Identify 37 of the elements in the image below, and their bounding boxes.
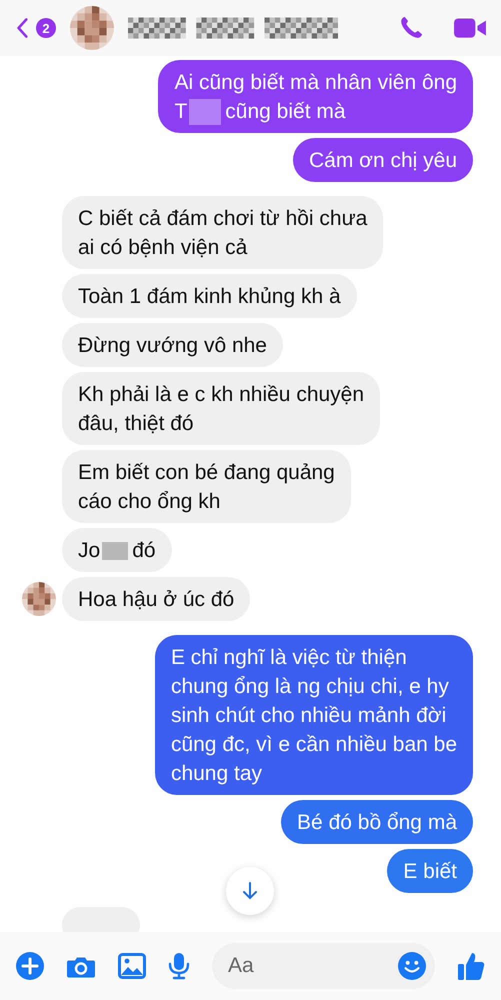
message-text: Hoa hậu ở úc đó xyxy=(78,587,234,613)
message-text: cáo cho ổng kh xyxy=(78,489,220,515)
message-text: sinh chút cho nhiều mảnh đời xyxy=(170,703,446,729)
video-camera-icon[interactable] xyxy=(453,16,487,40)
message-text: Bé đó bồ ổng mà xyxy=(297,810,457,836)
message-text: E biết xyxy=(403,859,457,885)
message-text: Đừng vướng vô nhe xyxy=(78,333,267,359)
message-text: E chỉ nghĩ là việc từ thiện xyxy=(170,645,407,671)
microphone-icon[interactable] xyxy=(168,952,190,980)
unread-badge: 2 xyxy=(36,18,56,38)
emoji-icon[interactable] xyxy=(398,952,426,980)
blurred-name[interactable] xyxy=(128,17,338,39)
scroll-down-button[interactable] xyxy=(226,867,274,915)
image-icon[interactable] xyxy=(118,953,146,979)
message-text: Ai cũng biết mà nhân viên ông xyxy=(174,70,457,96)
message-text: Jo xyxy=(78,538,100,564)
back-icon[interactable] xyxy=(16,17,28,39)
message-text: C biết cả đám chơi từ hồi chưa xyxy=(78,206,368,232)
message-text: chung tay xyxy=(170,761,262,787)
plus-icon[interactable] xyxy=(16,952,44,980)
message-text: Toàn 1 đám kinh khủng kh à xyxy=(78,284,341,310)
blurred-patch xyxy=(102,542,128,560)
message-text: đâu, thiệt đó xyxy=(78,411,194,437)
message-text: T xyxy=(174,99,188,125)
message-text: Kh phải là e c kh nhiều chuyện xyxy=(78,382,364,408)
message-text: đó xyxy=(132,538,156,564)
message-text: chung ổng là ng chịu chi, e hy xyxy=(170,674,449,700)
message-text: cũng đc, vì e cần nhiều ban be xyxy=(170,732,457,758)
message-text: Cám ơn chị yêu xyxy=(309,148,457,174)
message-text: ai có bệnh viện cả xyxy=(78,235,248,261)
message-text: cũng biết mà xyxy=(225,99,346,125)
pixelated-avatar[interactable] xyxy=(70,6,114,50)
message-text: Em biết con bé đang quảng xyxy=(78,460,335,486)
blurred-patch xyxy=(189,98,222,124)
arrow-down-icon xyxy=(240,881,260,901)
message-input[interactable]: Aa xyxy=(212,943,435,989)
thumbs-up-icon[interactable] xyxy=(457,951,485,981)
